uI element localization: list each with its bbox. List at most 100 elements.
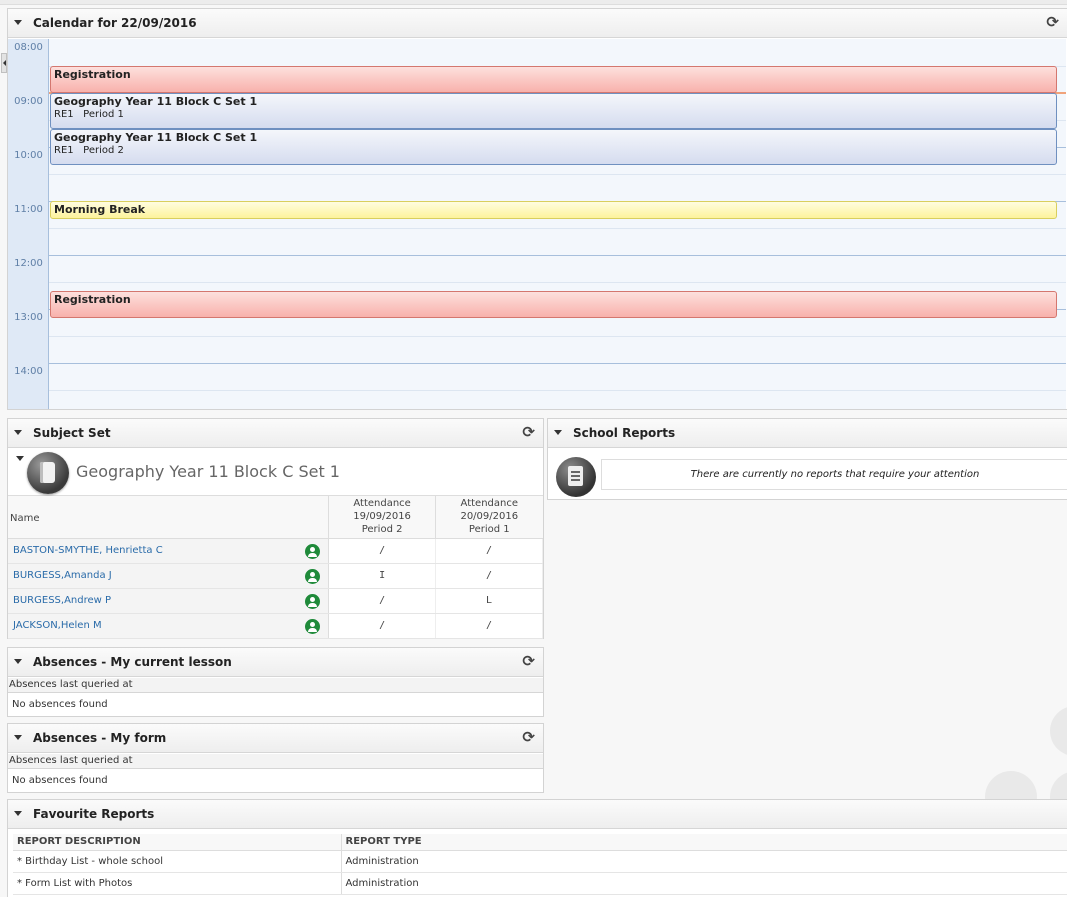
subject-set-panel: Subject Set ⟳ Geography Year 11 Block C … bbox=[7, 418, 544, 639]
time-label: 12:00 bbox=[14, 258, 43, 269]
favourite-reports-table: REPORT DESCRIPTION REPORT TYPE * Birthda… bbox=[13, 834, 1067, 895]
calendar-title: Calendar for 22/09/2016 bbox=[33, 16, 197, 30]
attendance-mark: / bbox=[328, 538, 437, 564]
absences-query-meta: Absences last queried at bbox=[8, 678, 543, 693]
half-hour-line bbox=[49, 228, 1066, 229]
attendance-mark: / bbox=[435, 563, 543, 589]
header-line: Period 1 bbox=[468, 524, 510, 536]
school-reports-panel: School Reports There are currently no re… bbox=[547, 418, 1067, 500]
event-morning-break[interactable]: Morning Break bbox=[50, 201, 1057, 219]
collapse-triangle-icon[interactable] bbox=[14, 659, 22, 664]
time-label: 11:00 bbox=[14, 204, 43, 215]
decorative-circle bbox=[1050, 706, 1067, 756]
set-title-row: Geography Year 11 Block C Set 1 bbox=[8, 449, 543, 496]
event-registration[interactable]: Registration bbox=[50, 66, 1057, 93]
subject-set-title: Subject Set bbox=[33, 426, 111, 440]
column-header-report-type[interactable]: REPORT TYPE bbox=[341, 834, 1067, 851]
event-subtitle: RE1 Period 2 bbox=[54, 145, 124, 156]
event-subtitle: RE1 Period 1 bbox=[54, 109, 124, 120]
attendance-mark: / bbox=[328, 613, 437, 639]
hour-line bbox=[49, 363, 1066, 364]
column-header-attendance-2[interactable]: Attendance 20/09/2016 Period 1 bbox=[435, 496, 543, 539]
favourite-reports-panel: Favourite Reports REPORT DESCRIPTION REP… bbox=[7, 799, 1067, 897]
header-line: Attendance bbox=[460, 498, 519, 510]
report-description[interactable]: * Form List with Photos bbox=[13, 872, 342, 895]
half-hour-line bbox=[49, 336, 1066, 337]
event-title: Registration bbox=[54, 293, 131, 306]
person-icon[interactable] bbox=[305, 618, 321, 634]
report-type: Administration bbox=[341, 850, 1067, 873]
set-name: Geography Year 11 Block C Set 1 bbox=[76, 462, 340, 481]
column-header-report-description[interactable]: REPORT DESCRIPTION bbox=[13, 834, 342, 851]
header-line: 19/09/2016 bbox=[353, 511, 411, 523]
column-header-name[interactable]: Name bbox=[8, 496, 330, 539]
attendance-mark: / bbox=[435, 538, 543, 564]
person-icon[interactable] bbox=[305, 543, 321, 559]
calendar-panel: Calendar for 22/09/2016 ⟳ 08:00 09:00 10… bbox=[1, 8, 1067, 410]
event-title: Geography Year 11 Block C Set 1 bbox=[54, 131, 258, 144]
collapse-triangle-icon[interactable] bbox=[554, 430, 562, 435]
half-hour-line bbox=[49, 390, 1066, 391]
attendance-mark: I bbox=[328, 563, 437, 589]
collapse-triangle-icon[interactable] bbox=[14, 811, 22, 816]
refresh-icon[interactable]: ⟳ bbox=[522, 654, 535, 669]
time-label: 14:00 bbox=[14, 366, 43, 377]
collapse-triangle-icon[interactable] bbox=[16, 456, 24, 461]
student-name-link[interactable]: BURGESS,Amanda J bbox=[13, 570, 112, 581]
student-name-link[interactable]: JACKSON,Helen M bbox=[13, 620, 102, 631]
absences-form-title: Absences - My form bbox=[33, 731, 167, 745]
refresh-icon[interactable]: ⟳ bbox=[522, 425, 535, 440]
student-name-cell[interactable]: BASTON-SMYTHE, Henrietta C bbox=[8, 538, 330, 564]
time-label: 08:00 bbox=[14, 42, 43, 53]
table-row: BURGESS,Andrew P / L bbox=[8, 588, 543, 614]
top-strip bbox=[0, 0, 1067, 5]
refresh-icon[interactable]: ⟳ bbox=[522, 730, 535, 745]
collapse-triangle-icon[interactable] bbox=[14, 20, 22, 25]
header-line: 20/09/2016 bbox=[460, 511, 519, 523]
favourite-reports-title: Favourite Reports bbox=[33, 807, 155, 821]
subject-set-header: Subject Set ⟳ bbox=[8, 419, 543, 448]
event-title: Morning Break bbox=[54, 203, 146, 216]
absences-current-lesson-panel: Absences - My current lesson ⟳ Absences … bbox=[7, 647, 544, 717]
student-name-link[interactable]: BASTON-SMYTHE, Henrietta C bbox=[13, 545, 163, 556]
time-label: 09:00 bbox=[14, 96, 43, 107]
absences-query-meta: Absences last queried at bbox=[8, 754, 543, 769]
half-hour-line bbox=[49, 174, 1066, 175]
column-header-attendance-1[interactable]: Attendance 19/09/2016 Period 2 bbox=[328, 496, 437, 539]
student-name-cell[interactable]: BURGESS,Andrew P bbox=[8, 588, 330, 614]
half-hour-line bbox=[49, 282, 1066, 283]
person-icon[interactable] bbox=[305, 568, 321, 584]
collapse-triangle-icon[interactable] bbox=[14, 735, 22, 740]
calendar-header: Calendar for 22/09/2016 ⟳ bbox=[8, 9, 1067, 38]
report-description[interactable]: * Birthday List - whole school bbox=[13, 850, 342, 873]
table-row[interactable]: * Form List with Photos Administration bbox=[13, 872, 1067, 895]
time-label: 10:00 bbox=[14, 150, 43, 161]
event-registration[interactable]: Registration bbox=[50, 291, 1057, 318]
table-row: JACKSON,Helen M / / bbox=[8, 613, 543, 639]
calendar-side-handle[interactable] bbox=[1, 53, 7, 73]
absences-lesson-title: Absences - My current lesson bbox=[33, 655, 232, 669]
table-row: BURGESS,Amanda J I / bbox=[8, 563, 543, 589]
school-reports-title: School Reports bbox=[573, 426, 676, 440]
event-lesson[interactable]: Geography Year 11 Block C Set 1 RE1 Peri… bbox=[50, 93, 1057, 129]
refresh-icon[interactable]: ⟳ bbox=[1046, 15, 1059, 30]
no-absences-message: No absences found bbox=[12, 775, 108, 786]
collapse-triangle-icon[interactable] bbox=[14, 430, 22, 435]
table-row: BASTON-SMYTHE, Henrietta C / / bbox=[8, 538, 543, 564]
student-name-link[interactable]: BURGESS,Andrew P bbox=[13, 595, 111, 606]
favourite-reports-header: Favourite Reports bbox=[8, 800, 1067, 829]
book-icon bbox=[27, 452, 69, 494]
hour-line bbox=[49, 255, 1066, 256]
student-name-cell[interactable]: JACKSON,Helen M bbox=[8, 613, 330, 639]
table-row[interactable]: * Birthday List - whole school Administr… bbox=[13, 850, 1067, 873]
event-lesson[interactable]: Geography Year 11 Block C Set 1 RE1 Peri… bbox=[50, 129, 1057, 165]
absences-my-form-panel: Absences - My form ⟳ Absences last queri… bbox=[7, 723, 544, 793]
absences-form-header: Absences - My form ⟳ bbox=[8, 724, 543, 753]
attendance-mark: L bbox=[435, 588, 543, 614]
person-icon[interactable] bbox=[305, 593, 321, 609]
absences-lesson-header: Absences - My current lesson ⟳ bbox=[8, 648, 543, 677]
report-type: Administration bbox=[341, 872, 1067, 895]
student-name-cell[interactable]: BURGESS,Amanda J bbox=[8, 563, 330, 589]
header-line: Period 2 bbox=[361, 524, 403, 536]
attendance-mark: / bbox=[435, 613, 543, 639]
